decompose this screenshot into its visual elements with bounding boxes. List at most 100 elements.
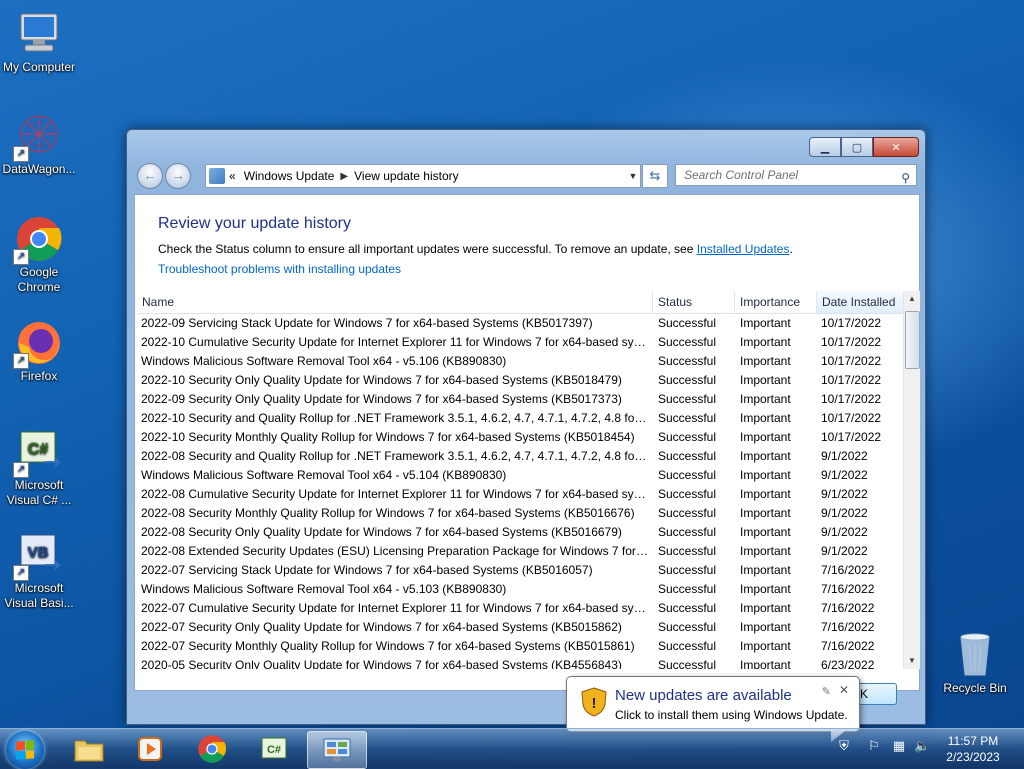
update-row[interactable]: 2022-07 Cumulative Security Update for I…	[137, 599, 903, 618]
update-date: 10/17/2022	[821, 373, 882, 387]
vertical-scrollbar[interactable]: ▲ ▼	[903, 291, 920, 669]
update-row[interactable]: Windows Malicious Software Removal Tool …	[137, 352, 903, 371]
taskbar-chrome[interactable]	[183, 731, 241, 767]
visual-basic-icon: VB ↗	[13, 531, 63, 581]
volume-icon[interactable]: 🔈	[914, 738, 930, 754]
chrome-icon	[198, 735, 227, 763]
network-icon[interactable]: ▦	[891, 738, 907, 754]
update-date: 9/1/2022	[821, 449, 868, 463]
start-button[interactable]	[6, 731, 44, 769]
column-header-name[interactable]: Name	[137, 291, 653, 313]
update-name: 2022-08 Security Only Quality Update for…	[141, 525, 622, 539]
update-row[interactable]: 2022-08 Security and Quality Rollup for …	[137, 447, 903, 466]
address-bar[interactable]: « Windows Update ▶ View update history ▼	[205, 164, 641, 188]
desktop-icon-label: Microsoft Visual C# ...	[6, 478, 72, 507]
update-importance: Important	[740, 354, 791, 368]
update-importance: Important	[740, 639, 791, 653]
pin-icon[interactable]: ✎	[822, 685, 831, 698]
search-input[interactable]: Search Control Panel ⚲	[675, 164, 917, 186]
desktop-icon-my-computer[interactable]: My Computer	[0, 10, 79, 75]
navigation-bar: ← → « Windows Update ▶ View update histo…	[135, 162, 919, 189]
desktop-icon-recycle-bin[interactable]: Recycle Bin	[935, 631, 1015, 696]
update-date: 7/16/2022	[821, 563, 875, 577]
minimize-button[interactable]: ▁	[809, 137, 841, 157]
update-name: 2022-09 Security Only Quality Update for…	[141, 392, 622, 406]
update-row[interactable]: Windows Malicious Software Removal Tool …	[137, 580, 903, 599]
taskbar-media-player[interactable]	[121, 731, 179, 767]
update-row[interactable]: 2022-10 Cumulative Security Update for I…	[137, 333, 903, 352]
update-name: 2022-10 Security and Quality Rollup for …	[141, 411, 649, 425]
update-status: Successful	[658, 658, 717, 669]
update-importance: Important	[740, 620, 791, 634]
desktop-icon-visual-basic[interactable]: VB ↗ Microsoft Visual Basi...	[0, 531, 79, 611]
update-row[interactable]: 2022-09 Servicing Stack Update for Windo…	[137, 314, 903, 333]
search-icon[interactable]: ⚲	[901, 168, 910, 189]
desktop-icon-firefox[interactable]: ↗ Firefox	[0, 319, 79, 384]
update-status: Successful	[658, 544, 717, 558]
address-dropdown-icon[interactable]: ▼	[626, 171, 640, 181]
taskbar-explorer[interactable]	[60, 731, 118, 767]
update-row[interactable]: 2022-07 Security Only Quality Update for…	[137, 618, 903, 637]
update-importance: Important	[740, 601, 791, 615]
troubleshoot-link[interactable]: Troubleshoot problems with installing up…	[158, 262, 401, 276]
shortcut-arrow-icon: ↗	[13, 353, 29, 369]
description-text: Check the Status column to ensure all im…	[158, 242, 697, 256]
windows-update-tray-icon[interactable]: ⛨	[836, 738, 852, 754]
update-row[interactable]: 2022-10 Security Monthly Quality Rollup …	[137, 428, 903, 447]
update-importance: Important	[740, 468, 791, 482]
update-row[interactable]: 2022-08 Security Monthly Quality Rollup …	[137, 504, 903, 523]
installed-updates-link[interactable]: Installed Updates	[697, 242, 790, 256]
update-row[interactable]: 2022-08 Security Only Quality Update for…	[137, 523, 903, 542]
update-status: Successful	[658, 354, 717, 368]
action-center-icon[interactable]: ⚐	[866, 738, 882, 754]
shortcut-arrow-icon: ↗	[13, 249, 29, 265]
breadcrumb-windows-update[interactable]: Windows Update	[244, 169, 335, 183]
column-header-status[interactable]: Status	[653, 291, 735, 313]
notification-close-icon[interactable]: ✕	[839, 683, 849, 697]
update-row[interactable]: 2022-10 Security and Quality Rollup for …	[137, 409, 903, 428]
notification-balloon[interactable]: ! New updates are available Click to ins…	[566, 676, 860, 742]
update-status: Successful	[658, 582, 717, 596]
maximize-button[interactable]: ▢	[841, 137, 873, 157]
search-placeholder: Search Control Panel	[684, 168, 799, 182]
scrollbar-thumb[interactable]	[905, 311, 920, 369]
breadcrumb-overflow-icon[interactable]: «	[229, 169, 236, 183]
refresh-button[interactable]: ⇆	[642, 164, 668, 188]
update-date: 10/17/2022	[821, 316, 882, 330]
update-row[interactable]: 2020-05 Security Only Quality Update for…	[137, 656, 903, 669]
update-row[interactable]: 2022-08 Extended Security Updates (ESU) …	[137, 542, 903, 561]
back-button[interactable]: ←	[137, 163, 163, 189]
scroll-down-icon[interactable]: ▼	[904, 653, 920, 669]
desktop-icon-datawagon[interactable]: ↗ DataWagon...	[0, 112, 79, 177]
update-status: Successful	[658, 620, 717, 634]
forward-arrow-icon: →	[171, 167, 185, 183]
update-row[interactable]: 2022-07 Security Monthly Quality Rollup …	[137, 637, 903, 656]
close-button[interactable]: ✕	[873, 137, 919, 157]
update-row[interactable]: 2022-10 Security Only Quality Update for…	[137, 371, 903, 390]
update-date: 10/17/2022	[821, 392, 882, 406]
notification-title: New updates are available	[615, 687, 792, 704]
breadcrumb-separator-icon[interactable]: ▶	[340, 171, 348, 182]
update-row[interactable]: 2022-09 Security Only Quality Update for…	[137, 390, 903, 409]
column-header-date-installed[interactable]: Date Installed	[817, 291, 903, 313]
update-status: Successful	[658, 316, 717, 330]
update-status: Successful	[658, 525, 717, 539]
desktop-icon-visual-csharp[interactable]: C# ↗ Microsoft Visual C# ...	[0, 428, 79, 508]
taskbar-control-panel[interactable]	[307, 731, 367, 769]
update-importance: Important	[740, 430, 791, 444]
breadcrumb-view-update-history[interactable]: View update history	[354, 169, 459, 183]
desktop-icon-label: Microsoft Visual Basi...	[4, 581, 74, 610]
update-row[interactable]: Windows Malicious Software Removal Tool …	[137, 466, 903, 485]
column-header-importance[interactable]: Importance	[735, 291, 817, 313]
chrome-icon: ↗	[13, 215, 63, 265]
taskbar-visual-csharp[interactable]: C#	[245, 731, 303, 767]
update-row[interactable]: 2022-08 Cumulative Security Update for I…	[137, 485, 903, 504]
update-row[interactable]: 2022-07 Servicing Stack Update for Windo…	[137, 561, 903, 580]
forward-button[interactable]: →	[165, 163, 191, 189]
windows-update-window: ▁ ▢ ✕ ← → « Windows Update ▶ View update…	[126, 129, 926, 725]
minimize-icon: ▁	[820, 141, 830, 154]
system-clock[interactable]: 11:57 PM 2/23/2023	[938, 733, 1008, 765]
update-status: Successful	[658, 563, 717, 577]
scroll-up-icon[interactable]: ▲	[904, 291, 920, 307]
desktop-icon-chrome[interactable]: ↗ Google Chrome	[0, 215, 79, 295]
